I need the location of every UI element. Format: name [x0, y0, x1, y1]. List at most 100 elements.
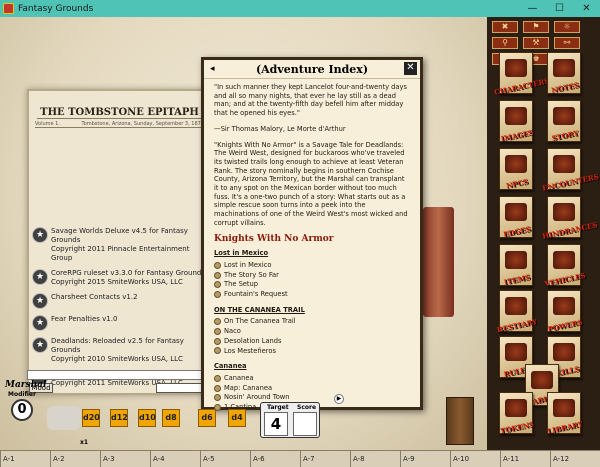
modifier-box[interactable]: Modifier 0 — [5, 391, 39, 429]
story-link[interactable]: Lost in Mexico — [214, 261, 410, 270]
minimize-button[interactable]: — — [519, 0, 546, 17]
modifier-label: Modifier — [8, 391, 36, 398]
extension-copyright: Copyright 2015 SmiteWorks USA, LLC — [51, 278, 183, 286]
book-npcs[interactable]: NPCS — [499, 148, 533, 190]
link-icon[interactable] — [214, 271, 221, 279]
window-title: Fantasy Grounds — [18, 3, 94, 14]
grid-label: A-10 — [450, 451, 500, 467]
tool-button-3[interactable]: ☼ — [554, 21, 580, 33]
book-powers[interactable]: POWERS — [547, 290, 583, 334]
book-edges[interactable]: EDGES — [499, 196, 533, 239]
score-value[interactable] — [293, 412, 317, 436]
book-label: ENCOUNTERS — [541, 171, 600, 193]
book-images[interactable]: IMAGES — [499, 100, 534, 143]
story-link[interactable]: The Story So Far — [214, 271, 410, 280]
book-encounters[interactable]: ENCOUNTERS — [542, 148, 600, 193]
book-characters[interactable]: CHARACTERS — [494, 52, 550, 97]
story-section-title: Cananea — [214, 362, 247, 371]
story-link-label[interactable]: The Setup — [224, 280, 258, 289]
launch-message-panel: THE TOMBSTONE EPITAPH Volume 1. Tombston… — [27, 89, 212, 395]
grid-label: A-6 — [250, 451, 300, 467]
book-label: ITEMS — [503, 272, 531, 287]
book-notes[interactable]: NOTES — [547, 52, 581, 95]
book-label: CHARACTERS — [493, 76, 551, 97]
tool-button-6[interactable]: ⚯ — [554, 37, 580, 49]
die-d20[interactable]: d20 — [82, 409, 100, 427]
book-vehicles[interactable]: VEHICLES — [544, 244, 586, 288]
sidebar: ✖⚑☼⚲⚒⚯♙♚⛶ CHARACTERSNOTESIMAGESSTORYNPCS… — [487, 17, 600, 450]
link-icon[interactable]: ◂ — [210, 64, 215, 74]
book-label: BESTIARY — [496, 316, 538, 335]
adventure-heading: Knights With No Armor — [214, 233, 334, 244]
adventure-intro: "Knights With No Armor" is a Savage Tale… — [214, 140, 408, 227]
adventure-header: ◂ (Adventure Index) ✕ — [204, 60, 420, 79]
link-icon[interactable] — [214, 281, 221, 289]
die-d12[interactable]: d12 — [110, 409, 128, 427]
book-illustration — [553, 399, 575, 417]
die-d4[interactable]: d4 — [228, 409, 246, 427]
story-link[interactable]: On The Cananea Trail — [214, 317, 410, 326]
story-link-label[interactable]: Lost in Mexico — [224, 261, 272, 270]
story-link-label[interactable]: Desolation Lands — [224, 337, 282, 346]
link-icon[interactable] — [214, 318, 221, 326]
book-story[interactable]: STORY — [547, 100, 581, 143]
extension-text: Fear Penalties v1.0 — [51, 315, 117, 324]
maximize-button[interactable]: ☐ — [546, 0, 573, 17]
extension-item: ★ Fear Penalties v1.0 — [32, 315, 212, 331]
book-illustration — [505, 155, 527, 173]
link-icon[interactable] — [214, 261, 221, 269]
die-d8[interactable]: d8 — [162, 409, 180, 427]
link-icon[interactable] — [214, 347, 221, 355]
book-tokens[interactable]: TOKENS — [499, 392, 535, 435]
story-link-label[interactable]: The Story So Far — [224, 271, 279, 280]
book-items[interactable]: ITEMS — [499, 244, 533, 287]
tool-button-1[interactable]: ✖ — [492, 21, 518, 33]
link-icon[interactable] — [214, 290, 221, 298]
die-d6[interactable]: d6 — [198, 409, 216, 427]
grid-label: A-5 — [200, 451, 250, 467]
adventure-index-window[interactable]: ◂ (Adventure Index) ✕ "In such manner th… — [201, 57, 423, 411]
story-link-label[interactable]: On The Cananea Trail — [224, 317, 296, 326]
book-bestiary[interactable]: BESTIARY — [496, 290, 538, 334]
close-button[interactable]: ✕ — [573, 0, 600, 17]
story-link-label[interactable]: Fountain's Request — [224, 290, 288, 299]
story-link-label[interactable]: Naco — [224, 327, 241, 336]
tombstone-dateline: Tombstone, Arizona, Sunday, September 3,… — [81, 121, 204, 127]
adventure-quote: "In such manner they kept Lancelot four-… — [214, 83, 407, 118]
extension-icon: ★ — [32, 227, 48, 243]
book-illustration — [553, 297, 575, 315]
book-hindrances[interactable]: HINDRANCES — [542, 196, 598, 241]
story-link-label[interactable]: Los Mesteñeros — [224, 347, 276, 356]
tool-button-4[interactable]: ⚲ — [492, 37, 518, 49]
extension-list: ★ Savage Worlds Deluxe v4.5 for Fantasy G… — [32, 227, 212, 394]
grid-label: A-9 — [400, 451, 450, 467]
book-label: HINDRANCES — [541, 220, 599, 241]
modifier-value[interactable]: 0 — [11, 399, 33, 421]
story-section-title: Lost in Mexico — [214, 249, 269, 258]
extension-text: Charsheet Contacts v1.2 — [51, 293, 138, 302]
story-link[interactable]: Desolation Lands — [214, 337, 410, 346]
story-link[interactable]: Naco — [214, 327, 410, 336]
dice-tower-icon[interactable] — [446, 397, 474, 445]
grid-label: A-7 — [300, 451, 350, 467]
adventure-window-title: (Adventure Index) — [255, 62, 369, 76]
close-icon[interactable]: ✕ — [404, 62, 417, 75]
story-link[interactable]: Los Mesteñeros — [214, 347, 410, 356]
story-link[interactable]: The Setup — [214, 280, 410, 289]
book-illustration — [505, 203, 527, 221]
target-value[interactable]: 4 — [264, 412, 288, 436]
book-library[interactable]: LIBRARY — [546, 392, 584, 436]
wanted-poster-image — [423, 207, 454, 317]
dice-pool[interactable] — [47, 406, 81, 430]
tool-button-5[interactable]: ⚒ — [523, 37, 549, 49]
link-icon[interactable] — [214, 337, 221, 345]
extension-name: CoreRPG ruleset v3.3.0 for Fantasy Groun… — [51, 269, 206, 277]
link-icon[interactable] — [214, 328, 221, 336]
book-illustration — [505, 107, 527, 125]
die-d10[interactable]: d10 — [138, 409, 156, 427]
book-label: NPCS — [505, 176, 529, 191]
tool-button-2[interactable]: ⚑ — [523, 21, 549, 33]
adventure-attribution: —Sir Thomas Malory, Le Morte d'Arthur — [214, 124, 346, 133]
story-link[interactable]: Fountain's Request — [214, 290, 410, 299]
book-illustration — [505, 343, 527, 361]
